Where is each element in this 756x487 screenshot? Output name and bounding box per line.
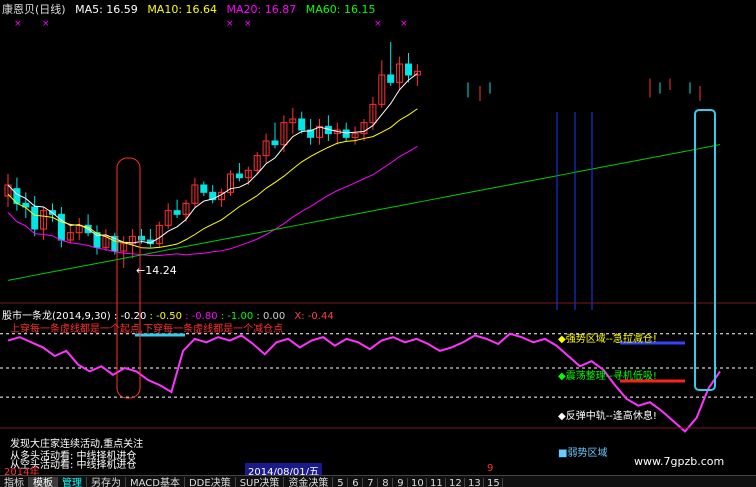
diamond-icon: ◆ xyxy=(558,334,566,345)
page-10[interactable]: 10 xyxy=(408,478,428,487)
page-11[interactable]: 11 xyxy=(427,478,447,487)
tab-save-as[interactable]: 另存为 xyxy=(87,477,126,487)
tab-indicator[interactable]: 指标 xyxy=(0,477,29,487)
candle-body xyxy=(173,210,181,215)
top-marker: × xyxy=(400,19,408,29)
tab-sup[interactable]: SUP决策 xyxy=(236,477,285,487)
diamond-icon: ◆ xyxy=(558,411,566,422)
arrow-left-icon: ← xyxy=(136,264,146,277)
top-marker: × xyxy=(244,19,252,29)
page-6[interactable]: 6 xyxy=(348,478,364,487)
low-price-label: ←14.24 xyxy=(136,264,177,277)
price-panel: × × × × × × xyxy=(4,19,721,310)
diamond-icon: ◆ xyxy=(558,371,566,382)
zone-strong: ◆强势区域--急拉减仓! xyxy=(558,334,657,345)
signal-text: 上穿每一条虚线都是一个起点,下穿每一条虚线都是一个减仓点 xyxy=(10,324,284,335)
top-marker: × xyxy=(374,19,382,29)
top-marker: × xyxy=(42,19,50,29)
tab-manage[interactable]: 管理 xyxy=(58,477,87,487)
candle-body xyxy=(271,140,279,146)
indicator-value-x: X: -0.44 xyxy=(294,311,334,322)
tab-template[interactable]: 模板 xyxy=(29,477,58,487)
candle-body xyxy=(405,63,412,76)
date-bar: 2014年 2014/08/01/五 9 xyxy=(0,463,756,478)
tab-macd[interactable]: MACD基本 xyxy=(126,477,185,487)
zone-consolidation: ◆震荡整理--寻机低吸! xyxy=(558,371,657,382)
candle-body xyxy=(235,173,243,179)
page-13[interactable]: 13 xyxy=(465,478,485,487)
candle-body xyxy=(298,118,306,131)
month-marker: 9 xyxy=(487,463,494,474)
zone-rebound: ◆反弹中轨--逢高休息! xyxy=(558,411,657,422)
stock-chart-window: 康恩贝(日线) MA5: 16.59 MA10: 16.64 MA20: 16.… xyxy=(0,0,756,487)
tab-bar: 指标 模板 管理 另存为 MACD基本 DDE决策 SUP决策 资金决策 5 6 7 8 9 10 11 12… xyxy=(0,475,756,487)
candle-body xyxy=(93,232,101,248)
ma60-line xyxy=(7,144,721,281)
page-5[interactable]: 5 xyxy=(333,478,349,487)
candle-body xyxy=(138,235,145,241)
highlight-box xyxy=(116,157,141,399)
candle-body xyxy=(31,206,39,230)
cyan-highlight-box xyxy=(694,109,716,391)
top-marker: × xyxy=(226,19,234,29)
tab-dde[interactable]: DDE决策 xyxy=(185,477,236,487)
ma10-line xyxy=(7,108,418,249)
page-12[interactable]: 12 xyxy=(446,478,466,487)
tab-fund[interactable]: 资金决策 xyxy=(284,477,334,487)
candle-body xyxy=(200,184,208,193)
zone-weak: ■弱势区域 xyxy=(558,448,608,459)
candle-body xyxy=(342,129,350,138)
page-15[interactable]: 15 xyxy=(484,478,504,487)
page-9[interactable]: 9 xyxy=(393,478,409,487)
top-marker: × xyxy=(14,19,22,29)
candle-body xyxy=(387,74,395,83)
page-8[interactable]: 8 xyxy=(378,478,394,487)
ma5-line xyxy=(7,73,418,244)
page-7[interactable]: 7 xyxy=(363,478,379,487)
